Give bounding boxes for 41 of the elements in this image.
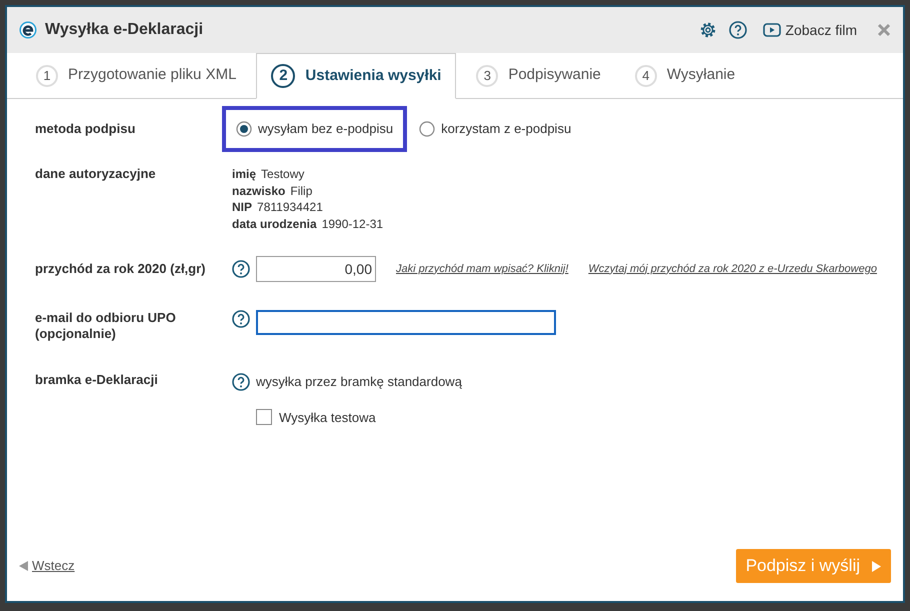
field-label: dane autoryzacyjne xyxy=(35,166,157,182)
logo-icon xyxy=(19,21,37,39)
help-icon[interactable] xyxy=(232,310,250,328)
right-triangle-icon xyxy=(872,560,881,572)
field-label: e-mail do odbioru UPO (opcjonalnie) xyxy=(35,310,177,342)
settings-icon[interactable] xyxy=(699,21,718,39)
help-link[interactable]: Jaki przychód mam wpisać? Kliknij! xyxy=(396,260,568,278)
radio-option[interactable]: wysyłam bez e-podpisu xyxy=(222,106,408,152)
field-value: 7811934421 xyxy=(257,199,323,216)
field-label: metoda podpisu xyxy=(35,121,136,137)
field-label: przychód za rok 2020 (zł,gr) xyxy=(35,261,206,277)
video-link[interactable]: Zobacz film xyxy=(763,20,857,40)
step-tab[interactable]: 2 Ustawienia wysyłki xyxy=(256,53,456,99)
test-send-checkbox[interactable]: Wysyłka testowa xyxy=(256,408,462,427)
back-link[interactable]: Wstecz xyxy=(19,556,75,576)
field-label: bramka e-Deklaracji xyxy=(35,372,159,388)
email-field[interactable] xyxy=(256,310,556,335)
field-value: 1990-12-31 xyxy=(322,216,384,232)
field-value: Filip xyxy=(290,182,312,199)
help-icon[interactable] xyxy=(232,260,250,278)
step-number: 3 xyxy=(476,64,498,86)
field-name: data urodzenia xyxy=(232,216,317,232)
left-triangle-icon xyxy=(19,561,29,571)
step-number: 2 xyxy=(271,64,296,88)
help-icon[interactable] xyxy=(232,372,250,391)
income-field[interactable]: 0,00 xyxy=(256,256,376,282)
step-number: 4 xyxy=(634,64,657,86)
help-icon[interactable] xyxy=(729,21,748,39)
field-name: NIP xyxy=(232,199,252,216)
field-value: Testowy xyxy=(261,166,304,182)
step-tab[interactable]: 4 Wysyłanie xyxy=(620,53,750,98)
help-link[interactable]: Wczytaj mój przychód za rok 2020 z e-Urzedu Skarbowego xyxy=(588,260,877,278)
window-title: Wysyłka e-Deklaracji xyxy=(45,20,204,40)
radio-option[interactable]: korzystam z e-podpisu xyxy=(417,106,574,152)
step-tab[interactable]: 1 Przygotowanie pliku XML xyxy=(22,53,250,98)
step-number: 1 xyxy=(36,64,58,86)
video-icon xyxy=(763,23,782,37)
field-name: imię xyxy=(232,166,256,182)
gateway-value: wysyłka przez bramkę standardową xyxy=(256,373,462,391)
field-name: nazwisko xyxy=(232,182,286,199)
step-tab[interactable]: 3 Podpisywanie xyxy=(462,53,615,98)
